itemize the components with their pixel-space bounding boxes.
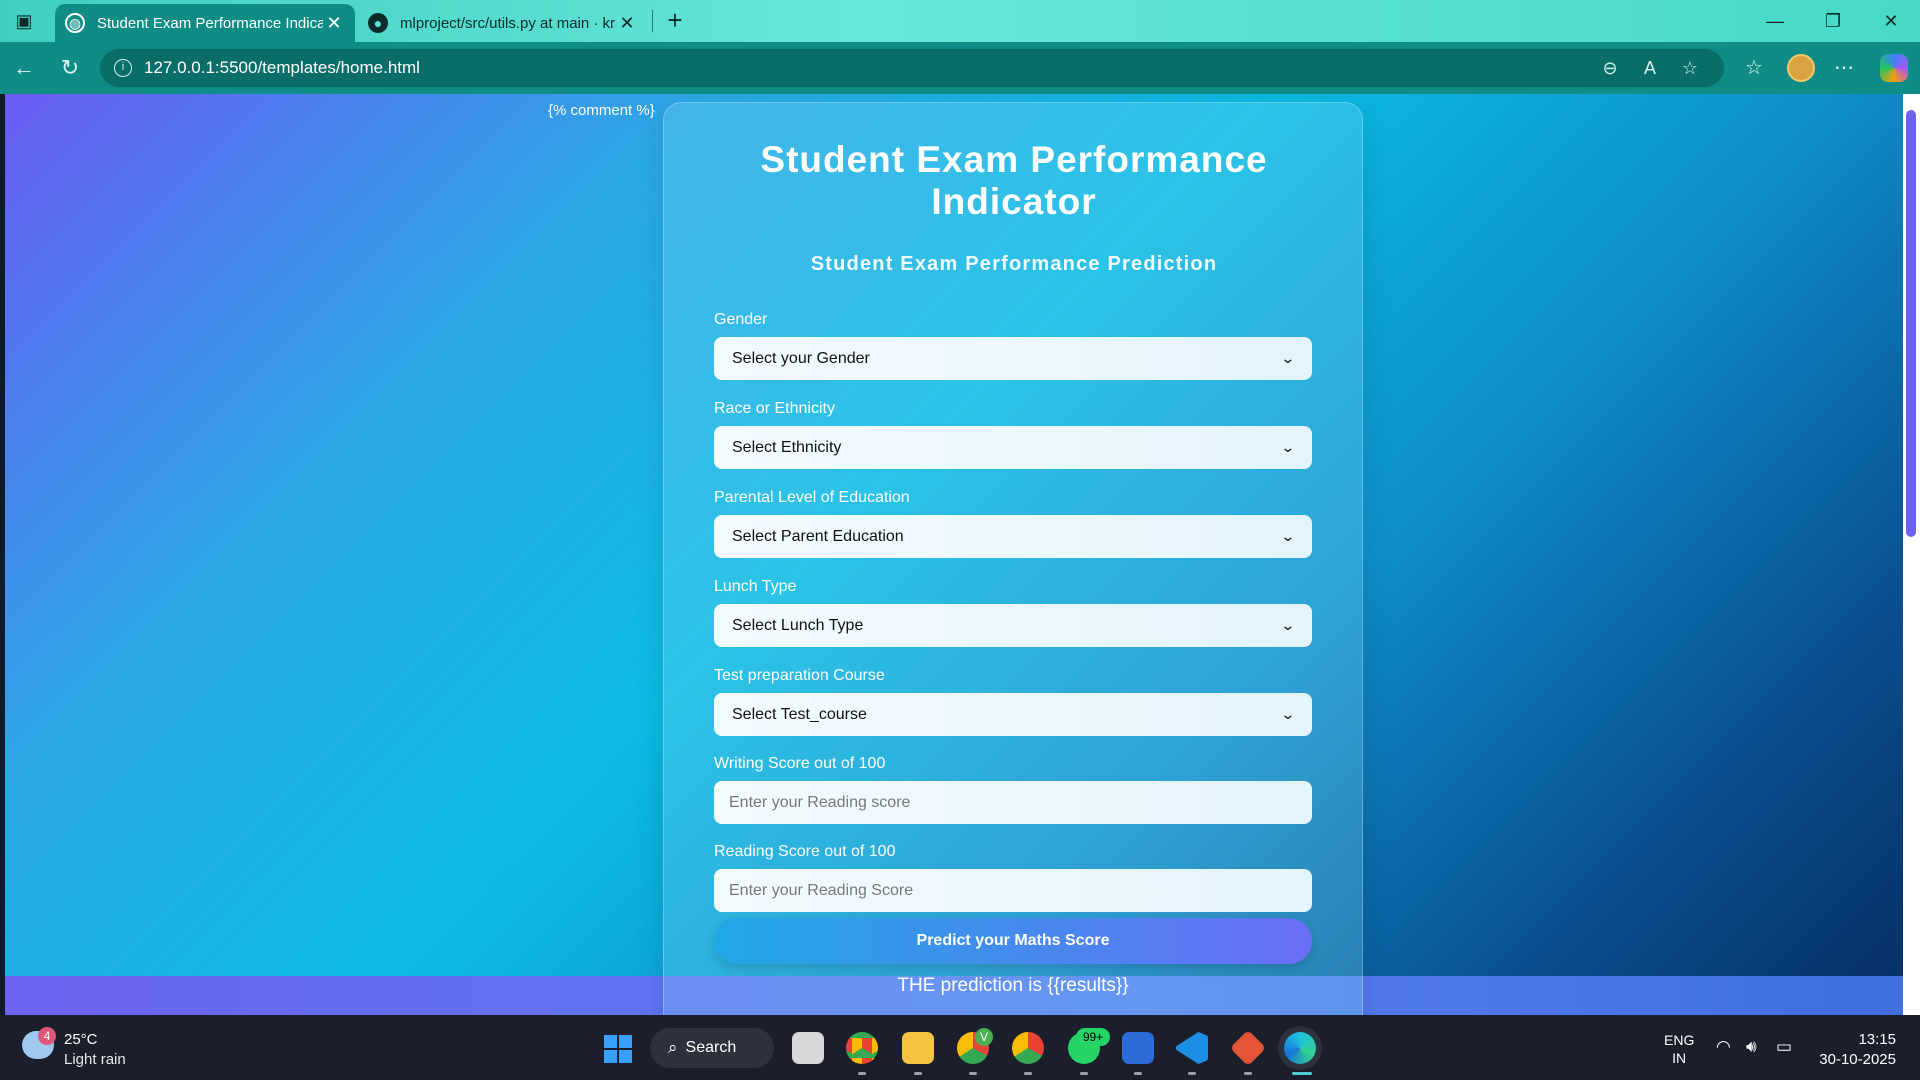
more-menu-icon[interactable]: ⋯ <box>1826 52 1862 84</box>
weather-temperature[interactable]: 25°C <box>64 1031 98 1048</box>
language-indicator[interactable]: ENG IN <box>1664 1031 1694 1067</box>
chrome-icon-2[interactable] <box>1012 1032 1044 1064</box>
running-indicator <box>858 1072 866 1075</box>
test-prep-label: Test preparation Course <box>714 667 885 684</box>
running-indicator <box>1024 1072 1032 1075</box>
search-icon: ⌕ <box>668 1038 678 1057</box>
prediction-form-card: Student Exam Performance Indicator Stude… <box>663 102 1363 1015</box>
tab-student-exam[interactable]: ◍ Student Exam Performance Indica ✕ <box>55 4 355 42</box>
restore-button[interactable]: ❐ <box>1808 6 1858 36</box>
globe-icon: ◍ <box>65 13 85 33</box>
page-title: Student Exam Performance Indicator <box>760 139 1268 222</box>
chevron-down-icon: ⌄ <box>1280 439 1296 455</box>
file-explorer-icon[interactable] <box>902 1032 934 1064</box>
reading-score-placeholder: Enter your Reading Score <box>729 881 914 899</box>
scrollbar-thumb[interactable] <box>1906 110 1916 537</box>
close-window-button[interactable]: ✕ <box>1866 6 1916 36</box>
chrome-icon[interactable] <box>846 1032 878 1064</box>
tab-separator <box>652 10 653 32</box>
prediction-result-text: THE prediction is {{results}} <box>897 975 1129 996</box>
profile-avatar[interactable] <box>1787 54 1815 82</box>
git-icon[interactable] <box>1229 1029 1267 1067</box>
chevron-down-icon: ⌄ <box>1280 706 1296 722</box>
parent-education-select-value: Select Parent Education <box>732 527 904 545</box>
start-button[interactable] <box>604 1035 632 1063</box>
battery-icon[interactable]: ▭ <box>1776 1037 1792 1057</box>
gender-select[interactable]: Select your Gender ⌄ <box>714 337 1312 380</box>
site-info-icon[interactable]: i <box>114 59 132 77</box>
github-icon: ● <box>368 13 388 33</box>
gender-select-value: Select your Gender <box>732 349 870 367</box>
writing-score-label: Writing Score out of 100 <box>714 755 886 772</box>
address-bar[interactable]: i 127.0.0.1:5500/templates/home.html ⊖ A… <box>100 49 1724 87</box>
writing-score-input[interactable]: Enter your Reading score <box>714 781 1312 824</box>
test-prep-select-value: Select Test_course <box>732 705 867 723</box>
reload-button[interactable]: ↻ <box>54 52 86 84</box>
tab-title: Student Exam Performance Indica <box>97 14 323 32</box>
gender-label: Gender <box>714 311 768 328</box>
reading-score-label: Reading Score out of 100 <box>714 843 896 860</box>
favorite-star-icon[interactable]: ☆ <box>1670 58 1710 79</box>
test-prep-select[interactable]: Select Test_course ⌄ <box>714 693 1312 736</box>
taskbar-search[interactable]: ⌕ Search <box>650 1028 774 1068</box>
lang-line-2: IN <box>1672 1050 1687 1066</box>
chrome-profile-badge: V <box>975 1028 993 1046</box>
read-aloud-icon[interactable]: A <box>1630 58 1670 79</box>
close-tab-icon[interactable]: ✕ <box>616 13 638 34</box>
writing-score-placeholder: Enter your Reading score <box>729 793 911 811</box>
vscode-icon[interactable] <box>1176 1032 1208 1064</box>
tab-github-utils[interactable]: ● mlproject/src/utils.py at main · kri ✕ <box>358 4 648 42</box>
system-clock[interactable]: 13:15 30-10-2025 <box>1816 1030 1896 1070</box>
chevron-down-icon: ⌄ <box>1280 617 1296 633</box>
favorites-icon[interactable]: ☆ <box>1736 52 1772 84</box>
form-subtitle: Student Exam Performance Prediction <box>810 253 1218 275</box>
windows-taskbar: 4 25°C Light rain ⌕ Search V 99+ ENG IN … <box>0 1015 1920 1080</box>
weather-description[interactable]: Light rain <box>64 1051 126 1068</box>
back-button[interactable]: ← <box>8 52 40 84</box>
volume-icon[interactable]: 🔊︎ <box>1746 1037 1757 1057</box>
ethnicity-select[interactable]: Select Ethnicity ⌄ <box>714 426 1312 469</box>
minimize-button[interactable]: — <box>1750 6 1800 36</box>
ethnicity-select-value: Select Ethnicity <box>732 438 842 456</box>
predict-button[interactable]: Predict your Maths Score <box>714 918 1312 964</box>
parent-education-label: Parental Level of Education <box>714 489 910 506</box>
edge-icon[interactable] <box>1284 1032 1316 1064</box>
chevron-down-icon: ⌄ <box>1280 350 1296 366</box>
clock-time: 13:15 <box>1858 1031 1896 1048</box>
url-text[interactable]: 127.0.0.1:5500/templates/home.html <box>144 58 1590 78</box>
task-view-icon[interactable] <box>792 1032 824 1064</box>
active-app-indicator <box>1292 1072 1312 1075</box>
running-indicator <box>1080 1072 1088 1075</box>
reading-score-input[interactable]: Enter your Reading Score <box>714 869 1312 912</box>
lunch-type-select[interactable]: Select Lunch Type ⌄ <box>714 604 1312 647</box>
new-tab-button[interactable]: + <box>660 6 690 36</box>
running-indicator <box>969 1072 977 1075</box>
whatsapp-badge: 99+ <box>1076 1028 1110 1046</box>
weather-badge: 4 <box>38 1027 56 1045</box>
parent-education-select[interactable]: Select Parent Education ⌄ <box>714 515 1312 558</box>
workspaces-icon[interactable]: ▣ <box>10 9 38 33</box>
page-viewport: {% comment %} Student Exam Performance I… <box>5 94 1903 1015</box>
search-label: Search <box>685 1039 737 1056</box>
running-indicator <box>1134 1072 1142 1075</box>
copilot-icon[interactable] <box>1880 54 1908 82</box>
lunch-type-label: Lunch Type <box>714 578 797 595</box>
address-toolbar: ← ↻ i 127.0.0.1:5500/templates/home.html… <box>0 42 1920 94</box>
lang-line-1: ENG <box>1664 1032 1695 1048</box>
template-comment-text: {% comment %} <box>548 102 655 119</box>
browser-tab-bar: ▣ ◍ Student Exam Performance Indica ✕ ● … <box>0 0 1920 42</box>
ethnicity-label: Race or Ethnicity <box>714 400 835 417</box>
close-tab-icon[interactable]: ✕ <box>323 13 345 34</box>
running-indicator <box>914 1072 922 1075</box>
wifi-icon[interactable]: ◠ <box>1716 1037 1731 1057</box>
running-indicator <box>1244 1072 1252 1075</box>
clock-date: 30-10-2025 <box>1819 1051 1896 1068</box>
running-indicator <box>1188 1072 1196 1075</box>
chevron-down-icon: ⌄ <box>1280 528 1296 544</box>
lunch-type-select-value: Select Lunch Type <box>732 616 864 634</box>
tab-title: mlproject/src/utils.py at main · kri <box>400 14 616 32</box>
zoom-out-icon[interactable]: ⊖ <box>1590 58 1630 79</box>
word-icon[interactable] <box>1122 1032 1154 1064</box>
